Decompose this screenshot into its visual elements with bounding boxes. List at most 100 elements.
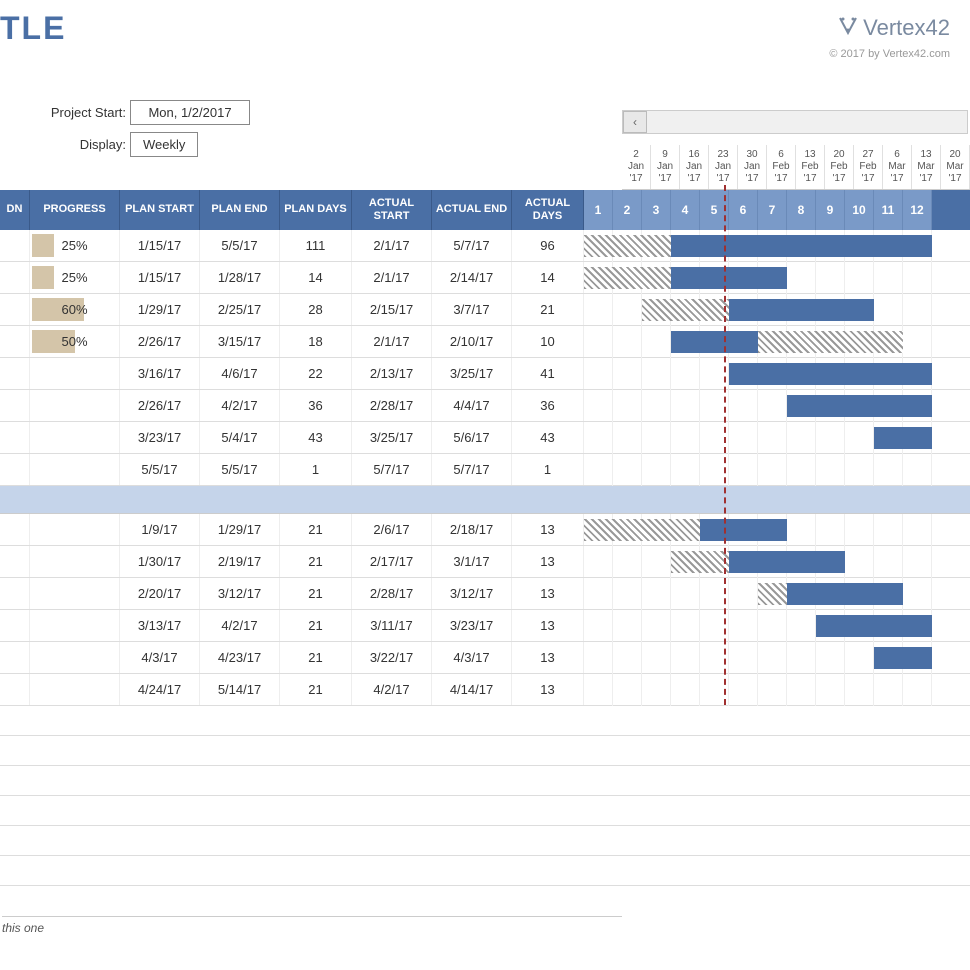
cell-plan-end[interactable]: 4/2/17 [200, 610, 280, 641]
cell-plan-end[interactable]: 2/25/17 [200, 294, 280, 325]
cell-progress[interactable] [30, 546, 120, 577]
cell-plan-days[interactable]: 22 [280, 358, 352, 389]
cell-plan-end[interactable]: 5/5/17 [200, 454, 280, 485]
cell-actual-end[interactable]: 3/7/17 [432, 294, 512, 325]
cell-actual-end[interactable]: 3/25/17 [432, 358, 512, 389]
task-row[interactable]: 3/16/174/6/17222/13/173/25/1741 [0, 358, 970, 390]
cell-plan-days[interactable]: 18 [280, 326, 352, 357]
cell-actual-start[interactable]: 3/11/17 [352, 610, 432, 641]
cell-progress[interactable] [30, 610, 120, 641]
cell-plan-days[interactable]: 21 [280, 642, 352, 673]
cell-plan-end[interactable]: 2/19/17 [200, 546, 280, 577]
task-row[interactable]: 5/5/175/5/1715/7/175/7/171 [0, 454, 970, 486]
cell-actual-days[interactable]: 14 [512, 262, 584, 293]
cell-actual-end[interactable]: 3/12/17 [432, 578, 512, 609]
cell-plan-start[interactable]: 3/16/17 [120, 358, 200, 389]
cell-dn[interactable] [0, 390, 30, 421]
cell-actual-start[interactable]: 2/15/17 [352, 294, 432, 325]
project-start-input[interactable]: Mon, 1/2/2017 [130, 100, 250, 125]
cell-plan-end[interactable]: 1/28/17 [200, 262, 280, 293]
cell-plan-end[interactable]: 5/14/17 [200, 674, 280, 705]
cell-plan-days[interactable]: 21 [280, 514, 352, 545]
cell-dn[interactable] [0, 610, 30, 641]
cell-dn[interactable] [0, 422, 30, 453]
cell-plan-start[interactable]: 1/9/17 [120, 514, 200, 545]
cell-actual-end[interactable]: 3/1/17 [432, 546, 512, 577]
cell-plan-days[interactable]: 21 [280, 546, 352, 577]
cell-progress[interactable] [30, 514, 120, 545]
cell-plan-days[interactable]: 28 [280, 294, 352, 325]
cell-plan-start[interactable]: 4/24/17 [120, 674, 200, 705]
cell-actual-days[interactable]: 1 [512, 454, 584, 485]
cell-progress[interactable]: 25% [30, 230, 120, 261]
cell-dn[interactable] [0, 578, 30, 609]
cell-plan-end[interactable]: 5/4/17 [200, 422, 280, 453]
cell-progress[interactable]: 60% [30, 294, 120, 325]
cell-actual-days[interactable]: 13 [512, 546, 584, 577]
task-row[interactable]: 3/23/175/4/17433/25/175/6/1743 [0, 422, 970, 454]
task-row[interactable]: 4/24/175/14/17214/2/174/14/1713 [0, 674, 970, 706]
cell-progress[interactable]: 50% [30, 326, 120, 357]
cell-progress[interactable] [30, 578, 120, 609]
cell-actual-days[interactable]: 13 [512, 514, 584, 545]
task-row[interactable]: 25%1/15/175/5/171112/1/175/7/1796 [0, 230, 970, 262]
task-row[interactable]: 25%1/15/171/28/17142/1/172/14/1714 [0, 262, 970, 294]
cell-plan-days[interactable]: 14 [280, 262, 352, 293]
cell-plan-start[interactable]: 5/5/17 [120, 454, 200, 485]
cell-actual-end[interactable]: 2/10/17 [432, 326, 512, 357]
cell-plan-start[interactable]: 4/3/17 [120, 642, 200, 673]
cell-plan-days[interactable]: 21 [280, 578, 352, 609]
task-row[interactable]: 2/26/174/2/17362/28/174/4/1736 [0, 390, 970, 422]
task-row[interactable]: 1/9/171/29/17212/6/172/18/1713 [0, 514, 970, 546]
cell-plan-end[interactable]: 4/23/17 [200, 642, 280, 673]
cell-dn[interactable] [0, 454, 30, 485]
task-row[interactable]: 1/30/172/19/17212/17/173/1/1713 [0, 546, 970, 578]
cell-actual-start[interactable]: 5/7/17 [352, 454, 432, 485]
cell-dn[interactable] [0, 642, 30, 673]
cell-progress[interactable] [30, 422, 120, 453]
task-row[interactable]: 60%1/29/172/25/17282/15/173/7/1721 [0, 294, 970, 326]
cell-dn[interactable] [0, 514, 30, 545]
cell-actual-end[interactable]: 3/23/17 [432, 610, 512, 641]
cell-plan-start[interactable]: 1/30/17 [120, 546, 200, 577]
cell-actual-start[interactable]: 2/13/17 [352, 358, 432, 389]
cell-actual-days[interactable]: 36 [512, 390, 584, 421]
cell-actual-start[interactable]: 2/1/17 [352, 230, 432, 261]
cell-plan-days[interactable]: 21 [280, 610, 352, 641]
cell-actual-days[interactable]: 13 [512, 610, 584, 641]
cell-actual-end[interactable]: 4/3/17 [432, 642, 512, 673]
cell-dn[interactable] [0, 674, 30, 705]
cell-actual-start[interactable]: 3/25/17 [352, 422, 432, 453]
cell-actual-start[interactable]: 2/17/17 [352, 546, 432, 577]
cell-plan-end[interactable]: 4/2/17 [200, 390, 280, 421]
cell-progress[interactable] [30, 674, 120, 705]
cell-actual-start[interactable]: 2/1/17 [352, 326, 432, 357]
cell-actual-end[interactable]: 4/4/17 [432, 390, 512, 421]
cell-actual-start[interactable]: 2/28/17 [352, 390, 432, 421]
cell-dn[interactable] [0, 294, 30, 325]
cell-dn[interactable] [0, 230, 30, 261]
cell-plan-end[interactable]: 3/15/17 [200, 326, 280, 357]
scroll-back-button[interactable]: ‹ [623, 111, 647, 133]
cell-actual-end[interactable]: 4/14/17 [432, 674, 512, 705]
cell-dn[interactable] [0, 262, 30, 293]
cell-plan-days[interactable]: 43 [280, 422, 352, 453]
cell-actual-end[interactable]: 5/7/17 [432, 230, 512, 261]
cell-plan-end[interactable]: 4/6/17 [200, 358, 280, 389]
cell-actual-days[interactable]: 13 [512, 642, 584, 673]
task-row[interactable]: 3/13/174/2/17213/11/173/23/1713 [0, 610, 970, 642]
cell-plan-start[interactable]: 3/13/17 [120, 610, 200, 641]
cell-dn[interactable] [0, 326, 30, 357]
timeline-scrollbar[interactable]: ‹ [622, 110, 968, 134]
task-row[interactable]: 4/3/174/23/17213/22/174/3/1713 [0, 642, 970, 674]
cell-plan-days[interactable]: 21 [280, 674, 352, 705]
cell-actual-days[interactable]: 96 [512, 230, 584, 261]
cell-plan-start[interactable]: 2/20/17 [120, 578, 200, 609]
cell-actual-days[interactable]: 10 [512, 326, 584, 357]
cell-plan-start[interactable]: 2/26/17 [120, 326, 200, 357]
cell-plan-start[interactable]: 1/15/17 [120, 262, 200, 293]
cell-progress[interactable] [30, 390, 120, 421]
cell-progress[interactable] [30, 358, 120, 389]
cell-plan-days[interactable]: 1 [280, 454, 352, 485]
cell-actual-start[interactable]: 2/28/17 [352, 578, 432, 609]
